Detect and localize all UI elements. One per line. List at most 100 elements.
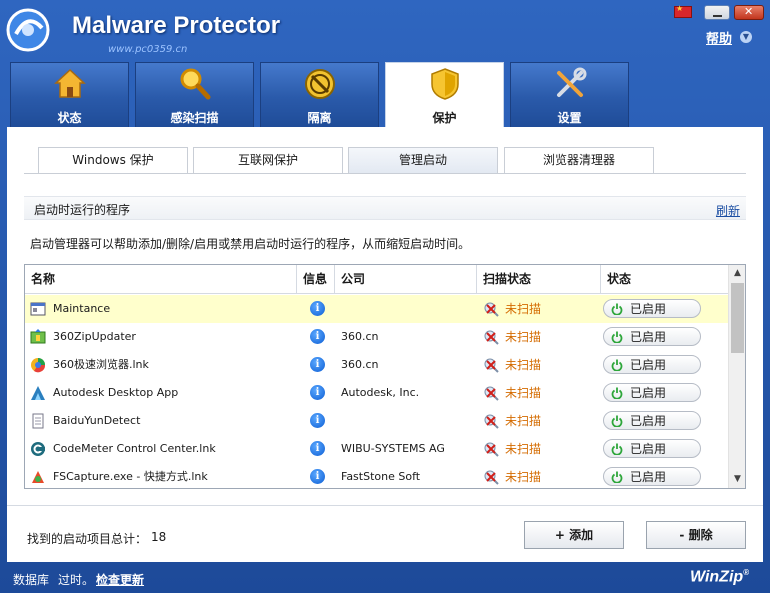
row-company: WIBU-SYSTEMS AG [341,442,445,455]
column-header-status[interactable]: 状态 [601,265,728,294]
column-header-name[interactable]: 名称 [25,265,297,294]
table-row[interactable]: FSCapture.exe - 快捷方式.lnk i FastStone Soft 未… [25,463,728,488]
row-scan-status: 未扫描 [505,358,542,372]
window-icon [30,302,46,316]
table-row[interactable]: BaiduYunDetect i 未扫描 已启用 [25,407,728,435]
info-icon[interactable]: i [310,469,325,484]
help-link[interactable]: 帮助 [706,28,732,47]
not-scanned-icon [484,330,499,345]
row-company: Autodesk, Inc. [341,386,420,399]
subtab-divider [24,173,746,174]
column-header-info[interactable]: 信息 [297,265,335,294]
tab-settings[interactable]: 设置 [510,62,629,127]
info-icon[interactable]: i [310,357,325,372]
app-title: Malware Protector [72,12,281,39]
power-icon [611,331,623,343]
shield-icon [431,68,459,100]
title-bar: Malware Protector www.pc0359.cn 帮助 ▼ [0,0,770,58]
row-status: 已启用 [630,358,667,372]
row-status: 已启用 [630,330,667,344]
not-scanned-icon [484,470,499,485]
not-scanned-icon [484,414,499,429]
row-status: 已启用 [630,470,667,484]
zip-updater-icon [30,329,46,344]
tab-quarantine[interactable]: 隔离 [260,62,379,127]
status-toggle-button[interactable]: 已启用 [603,355,701,374]
row-scan-status: 未扫描 [505,470,542,484]
column-header-scan-status[interactable]: 扫描状态 [477,265,601,294]
document-icon [32,413,44,429]
tab-protection[interactable]: 保护 [385,62,504,129]
status-toggle-button[interactable]: 已启用 [603,383,701,402]
status-bar: 数据库 过时。 检查更新 WinZip® [0,566,770,593]
row-name: 360极速浏览器.lnk [53,358,149,371]
scroll-down-icon[interactable]: ▼ [729,471,745,488]
info-icon[interactable]: i [310,413,325,428]
row-scan-status: 未扫描 [505,302,542,316]
row-company: FastStone Soft [341,470,421,483]
vertical-scrollbar[interactable]: ▲ ▼ [728,265,745,488]
capture-icon [32,471,44,483]
table-row[interactable]: Autodesk Desktop App i Autodesk, Inc. 未扫描 已启… [25,379,728,407]
status-toggle-button[interactable]: 已启用 [603,439,701,458]
section-header: 启动时运行的程序 刷新 [24,196,746,220]
app-logo-icon [6,8,50,52]
row-name: FSCapture.exe - 快捷方式.lnk [53,470,208,483]
info-icon[interactable]: i [310,329,325,344]
not-scanned-icon [484,358,499,373]
row-name: Maintance [53,302,111,315]
scroll-thumb[interactable] [731,283,744,353]
content-panel: Windows 保护 互联网保护 管理启动 浏览器清理器 启动时运行的程序 刷新… [7,127,763,562]
status-toggle-button[interactable]: 已启用 [603,299,701,318]
add-button[interactable]: + 添加 [524,521,624,549]
table-header: 名称 信息 公司 扫描状态 状态 [25,265,728,294]
status-toggle-button[interactable]: 已启用 [603,327,701,346]
refresh-link[interactable]: 刷新 [716,202,740,219]
info-icon[interactable]: i [310,301,325,316]
column-header-company[interactable]: 公司 [335,265,477,294]
table-row[interactable]: 360ZipUpdater i 360.cn 未扫描 已启用 [25,323,728,351]
row-scan-status: 未扫描 [505,414,542,428]
language-flag-icon[interactable] [674,4,692,18]
section-title: 启动时运行的程序 [34,203,131,217]
power-icon [611,359,623,371]
database-label: 数据库 [13,573,50,587]
tab-infection-scan[interactable]: 感染扫描 [135,62,254,127]
check-update-link[interactable]: 检查更新 [96,571,144,588]
status-toggle-button[interactable]: 已启用 [603,467,701,486]
tools-icon [557,67,587,97]
not-scanned-icon [484,386,499,401]
tab-status[interactable]: 状态 [10,62,129,127]
close-button[interactable] [734,5,764,20]
quarantine-icon [305,69,335,99]
info-icon[interactable]: i [310,441,325,456]
row-name: Autodesk Desktop App [53,386,179,399]
bottom-divider [7,505,763,506]
row-name: BaiduYunDetect [53,414,141,427]
subtab-browser-cleaner[interactable]: 浏览器清理器 [504,147,654,174]
delete-button[interactable]: - 删除 [646,521,746,549]
status-toggle-button[interactable]: 已启用 [603,411,701,430]
table-row[interactable]: Maintance i 未扫描 已启用 [25,295,728,323]
minimize-button[interactable] [704,5,730,20]
startup-table: 名称 信息 公司 扫描状态 状态 Maintance i 未扫描 已启用 360ZipU… [24,264,746,489]
row-status: 已启用 [630,442,667,456]
subtab-startup-manager[interactable]: 管理启动 [348,147,498,174]
row-company: 360.cn [341,358,379,371]
row-scan-status: 未扫描 [505,386,542,400]
database-status: 过时。 [58,573,95,587]
row-name: CodeMeter Control Center.lnk [53,442,216,455]
table-row[interactable]: 360极速浏览器.lnk i 360.cn 未扫描 已启用 [25,351,728,379]
row-company: 360.cn [341,330,379,343]
row-status: 已启用 [630,386,667,400]
not-scanned-icon [484,442,499,457]
found-items-label: 找到的启动项目总计： [27,532,148,546]
brand-logo: WinZip® [690,568,750,586]
help-dropdown-icon[interactable]: ▼ [740,31,752,43]
scroll-up-icon[interactable]: ▲ [729,265,745,282]
subtab-windows-protection[interactable]: Windows 保护 [38,147,188,174]
subtab-internet-protection[interactable]: 互联网保护 [193,147,343,174]
info-icon[interactable]: i [310,385,325,400]
table-row[interactable]: CodeMeter Control Center.lnk i WIBU-SYSTEM… [25,435,728,463]
power-icon [611,387,623,399]
